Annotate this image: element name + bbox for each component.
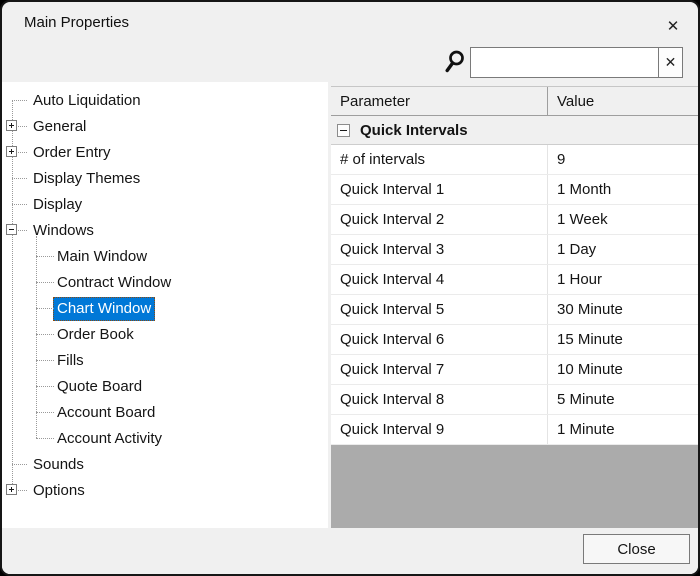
value-cell[interactable]: 15 Minute	[548, 325, 698, 354]
collapse-minus-icon[interactable]	[6, 224, 17, 235]
window-close-icon[interactable]: ✕	[660, 12, 686, 38]
param-cell: Quick Interval 2	[331, 205, 548, 234]
tree-connector	[36, 308, 54, 309]
search-input[interactable]	[471, 48, 658, 77]
tree-item-fills[interactable]: Fills	[2, 347, 328, 373]
collapse-minus-icon[interactable]	[337, 124, 350, 137]
tree-item-auto-liquidation[interactable]: Auto Liquidation	[2, 87, 328, 113]
table-row: Quick Interval 41 Hour	[331, 265, 698, 295]
table-row: Quick Interval 710 Minute	[331, 355, 698, 385]
window-title: Main Properties	[24, 14, 129, 31]
tree-item-label[interactable]: Account Activity	[53, 427, 166, 451]
table-empty-area	[331, 445, 698, 528]
expand-plus-icon[interactable]	[6, 120, 17, 131]
column-header-value[interactable]: Value	[548, 87, 698, 115]
tree-item-general[interactable]: General	[2, 113, 328, 139]
tree-item-chart-window[interactable]: Chart Window	[2, 295, 328, 321]
tree-item-label[interactable]: Order Book	[53, 323, 138, 347]
tree-item-label[interactable]: Options	[29, 479, 89, 503]
tree-item-contract-window[interactable]: Contract Window	[2, 269, 328, 295]
param-cell: Quick Interval 1	[331, 175, 548, 204]
tree-item-order-book[interactable]: Order Book	[2, 321, 328, 347]
tree-item-account-activity[interactable]: Account Activity	[2, 425, 328, 451]
group-row-quick-intervals[interactable]: Quick Intervals	[331, 116, 698, 145]
search-box: ✕	[470, 47, 683, 78]
table-row: Quick Interval 615 Minute	[331, 325, 698, 355]
param-cell: Quick Interval 8	[331, 385, 548, 414]
value-cell[interactable]: 1 Month	[548, 175, 698, 204]
tree-item-windows[interactable]: Windows	[2, 217, 328, 243]
tree-item-label[interactable]: Windows	[29, 219, 98, 243]
tree-item-label[interactable]: Chart Window	[53, 297, 155, 321]
value-cell[interactable]: 1 Day	[548, 235, 698, 264]
tree-connector	[12, 464, 27, 465]
tree-item-label[interactable]: General	[29, 115, 90, 139]
tree-item-label[interactable]: Display Themes	[29, 167, 144, 191]
tree-item-account-board[interactable]: Account Board	[2, 399, 328, 425]
tree-connector	[12, 178, 27, 179]
tree-item-sounds[interactable]: Sounds	[2, 451, 328, 477]
tree-item-label[interactable]: Display	[29, 193, 86, 217]
tree-item-options[interactable]: Options	[2, 477, 328, 503]
param-cell: Quick Interval 6	[331, 325, 548, 354]
main-properties-dialog: Main Properties ✕ ✕ Auto LiquidationGene…	[0, 0, 700, 576]
tree-connector	[36, 360, 54, 361]
value-cell[interactable]: 5 Minute	[548, 385, 698, 414]
tree-connector	[36, 412, 54, 413]
tree-item-quote-board[interactable]: Quote Board	[2, 373, 328, 399]
tree-item-display-themes[interactable]: Display Themes	[2, 165, 328, 191]
value-cell[interactable]: 10 Minute	[548, 355, 698, 384]
tree-panel: Auto LiquidationGeneralOrder EntryDispla…	[2, 82, 328, 528]
table-row: # of intervals9	[331, 145, 698, 175]
footer-bar: Close	[2, 528, 698, 574]
close-button[interactable]: Close	[583, 534, 690, 564]
param-cell: Quick Interval 4	[331, 265, 548, 294]
param-cell: Quick Interval 9	[331, 415, 548, 444]
table-row: Quick Interval 31 Day	[331, 235, 698, 265]
param-cell: Quick Interval 5	[331, 295, 548, 324]
table-row: Quick Interval 85 Minute	[331, 385, 698, 415]
tree-item-order-entry[interactable]: Order Entry	[2, 139, 328, 165]
table-row: Quick Interval 530 Minute	[331, 295, 698, 325]
tree-item-label[interactable]: Main Window	[53, 245, 151, 269]
table-header: Parameter Value	[331, 87, 698, 116]
search-clear-icon[interactable]: ✕	[658, 48, 682, 77]
param-cell: # of intervals	[331, 145, 548, 174]
tree-connector	[36, 282, 54, 283]
value-cell[interactable]: 1 Hour	[548, 265, 698, 294]
table-row: Quick Interval 21 Week	[331, 205, 698, 235]
tree-item-label[interactable]: Contract Window	[53, 271, 175, 295]
tree-item-label[interactable]: Fills	[53, 349, 88, 373]
table-row: Quick Interval 91 Minute	[331, 415, 698, 445]
tree-item-label[interactable]: Sounds	[29, 453, 88, 477]
tree-item-label[interactable]: Account Board	[53, 401, 159, 425]
table-row: Quick Interval 11 Month	[331, 175, 698, 205]
tree-connector	[36, 256, 54, 257]
properties-table: Parameter Value Quick Intervals # of int…	[331, 86, 698, 528]
column-header-parameter[interactable]: Parameter	[331, 87, 548, 115]
group-label: Quick Intervals	[360, 122, 468, 139]
value-cell[interactable]: 9	[548, 145, 698, 174]
expand-plus-icon[interactable]	[6, 484, 17, 495]
tree-item-label[interactable]: Auto Liquidation	[29, 89, 145, 113]
value-cell[interactable]: 30 Minute	[548, 295, 698, 324]
expand-plus-icon[interactable]	[6, 146, 17, 157]
tree-item-main-window[interactable]: Main Window	[2, 243, 328, 269]
tree-connector	[12, 100, 27, 101]
tree-item-label[interactable]: Order Entry	[29, 141, 115, 165]
value-cell[interactable]: 1 Minute	[548, 415, 698, 444]
tree-connector	[36, 334, 54, 335]
param-cell: Quick Interval 7	[331, 355, 548, 384]
tree-connector	[36, 386, 54, 387]
tree-connector	[12, 204, 27, 205]
param-cell: Quick Interval 3	[331, 235, 548, 264]
search-icon	[443, 48, 467, 76]
tree-connector	[36, 438, 54, 439]
tree-item-display[interactable]: Display	[2, 191, 328, 217]
tree-item-label[interactable]: Quote Board	[53, 375, 146, 399]
value-cell[interactable]: 1 Week	[548, 205, 698, 234]
